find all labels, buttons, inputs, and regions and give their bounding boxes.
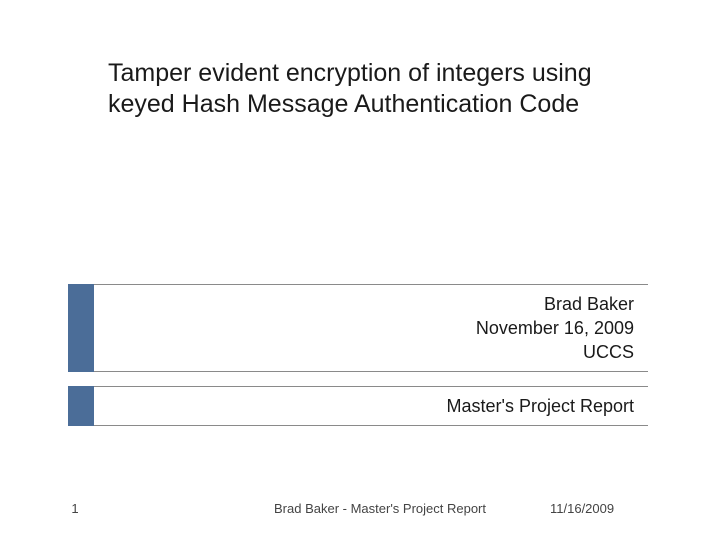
author-org: UCCS xyxy=(583,340,634,364)
accent-bar xyxy=(68,284,94,372)
author-date: November 16, 2009 xyxy=(476,316,634,340)
slide-title: Tamper evident encryption of integers us… xyxy=(108,58,650,121)
author-content: Brad Baker November 16, 2009 UCCS xyxy=(94,284,648,372)
subtitle-block: Master's Project Report xyxy=(68,386,648,426)
subtitle-text: Master's Project Report xyxy=(447,394,635,418)
footer-center-text: Brad Baker - Master's Project Report xyxy=(150,501,550,516)
page-number: 1 xyxy=(0,501,150,516)
subtitle-content: Master's Project Report xyxy=(94,386,648,426)
author-block: Brad Baker November 16, 2009 UCCS xyxy=(68,284,648,372)
slide-footer: 1 Brad Baker - Master's Project Report 1… xyxy=(0,501,720,516)
accent-bar xyxy=(68,386,94,426)
author-name: Brad Baker xyxy=(544,292,634,316)
footer-date: 11/16/2009 xyxy=(550,501,720,516)
